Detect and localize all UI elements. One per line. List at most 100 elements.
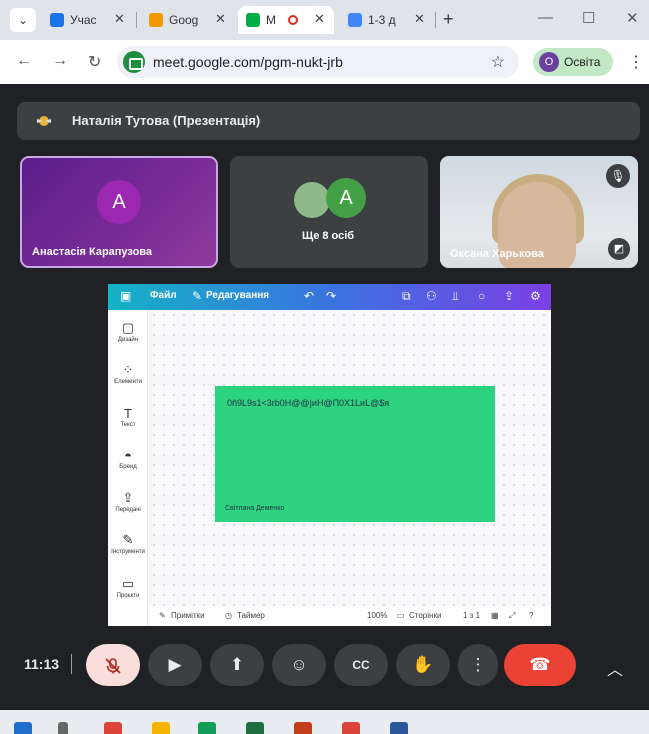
chevron-up-icon[interactable]: ︿ [607, 656, 623, 680]
more-vert-icon: ⋮ [469, 655, 487, 674]
screen: ⌄ Учас ✕ Goog ✕ М ✕ 1-3 д ✕ + — ☐ ✕ ← → … [0, 0, 649, 734]
tab-participants[interactable]: Учас ✕ [42, 6, 132, 34]
tools-icon: ✎ [122, 532, 134, 547]
participant-photo-avatar [294, 182, 330, 218]
back-icon[interactable]: ← [16, 52, 32, 70]
canva-canvas[interactable]: 0ñ9L9s1<3rb0H@@|иH@П0X1LиL@$я Світлана Д… [149, 310, 551, 606]
browser-tab-strip: ⌄ Учас ✕ Goog ✕ М ✕ 1-3 д ✕ + — ☐ ✕ [0, 0, 649, 40]
forward-icon[interactable]: → [52, 52, 68, 70]
tab-label: М [266, 13, 276, 27]
powerpoint-icon[interactable] [294, 722, 312, 734]
share-people-icon[interactable]: ⚇ [426, 289, 437, 303]
captions-icon: CC [352, 658, 370, 672]
pin-icon[interactable]: ◩ [608, 238, 630, 260]
side-item-elements[interactable]: ⁘ Елементи [108, 362, 148, 385]
address-bar[interactable]: meet.google.com/pgm-nukt-jrb ☆ [117, 46, 519, 78]
leave-call-button[interactable]: ☎ [504, 644, 576, 686]
zoom-level[interactable]: 100% [367, 611, 387, 620]
tab-presentation[interactable]: 1-3 д ✕ [340, 6, 432, 34]
tab-meet[interactable]: М ✕ [238, 6, 334, 34]
meeting-controls: 11:13 ▶ ⬆ ☺ CC ✋ ⋮ ☎ ︿ [0, 636, 649, 692]
panel-toggle-icon[interactable]: ▣ [120, 289, 131, 303]
uploads-icon: ⇪ [122, 490, 134, 505]
side-item-tools[interactable]: ✎ Інструменти [108, 532, 148, 555]
browser-toolbar: ← → ↻ meet.google.com/pgm-nukt-jrb ☆ O О… [0, 40, 649, 84]
tab-label: Goog [169, 13, 199, 27]
participant-tile[interactable]: A Анастасія Карапузова [20, 156, 218, 268]
participant-avatar: A [97, 180, 141, 224]
word-icon[interactable] [390, 722, 408, 734]
microphone-off-button[interactable] [86, 644, 140, 686]
side-item-brand[interactable]: ◓ Бренд [108, 448, 148, 470]
side-item-uploads[interactable]: ⇪ Передачі [108, 490, 148, 513]
new-tab-icon[interactable]: + [443, 9, 454, 30]
raise-hand-icon: ✋ [412, 655, 434, 674]
side-item-label: Передачі [115, 507, 141, 513]
menu-edit[interactable]: Редагування [206, 290, 269, 301]
side-item-design[interactable]: ▢ Дизайн [108, 320, 148, 343]
reactions-button[interactable]: ☺ [272, 644, 326, 686]
browser-menu-icon[interactable]: ⋮ [628, 52, 644, 72]
tab-search-button[interactable]: ⌄ [10, 8, 36, 32]
bookmark-star-icon[interactable]: ☆ [491, 52, 505, 72]
present-screen-button[interactable]: ⬆ [210, 644, 264, 686]
more-options-button[interactable]: ⋮ [458, 644, 498, 686]
side-item-label: Елементи [114, 379, 142, 385]
help-icon[interactable]: ? [529, 611, 533, 620]
tab-google-doc[interactable]: Goog ✕ [141, 6, 233, 34]
side-item-label: Проєкти [116, 593, 140, 599]
resize-icon[interactable]: ⧉ [402, 289, 411, 304]
participant-video-tile[interactable]: 🎙 ◩ Оксана Харькова [440, 156, 638, 268]
pages-button[interactable]: Сторінки [409, 611, 441, 620]
side-item-projects[interactable]: ▭ Проєкти [108, 576, 148, 599]
canva-footer: ✎ Примітки ◷ Таймер 100% ▭ Сторінки 1 з … [149, 606, 551, 626]
undo-icon[interactable]: ↶ [304, 289, 314, 303]
slide-author-text[interactable]: Світлана Деменко [225, 505, 284, 512]
more-participants-label: Ще 8 осіб [302, 230, 355, 242]
more-participants-tile[interactable]: A Ще 8 осіб [230, 156, 428, 268]
presenter-name: Наталія Тутова (Презентація) [72, 113, 261, 128]
chrome-active-icon[interactable] [342, 722, 360, 734]
raise-hand-button[interactable]: ✋ [396, 644, 450, 686]
site-info-icon[interactable] [123, 51, 145, 73]
close-tab-icon[interactable]: ✕ [314, 11, 325, 27]
redo-icon[interactable]: ↷ [326, 289, 336, 303]
profile-button[interactable]: O Освіта [533, 48, 613, 76]
start-icon[interactable] [14, 722, 32, 734]
menu-file[interactable]: Файл [150, 290, 177, 301]
fullscreen-icon[interactable]: ⤢ [509, 611, 515, 621]
upload-icon[interactable]: ⇪ [504, 289, 514, 303]
window-close-icon[interactable]: ✕ [626, 9, 639, 27]
timer-button[interactable]: Таймер [237, 611, 265, 620]
search-icon[interactable] [58, 722, 68, 734]
participant-name: Анастасія Карапузова [32, 246, 153, 258]
side-item-text[interactable]: T Текст [108, 406, 148, 428]
notes-button[interactable]: Примітки [171, 611, 205, 620]
maximize-icon[interactable]: ☐ [582, 9, 595, 27]
slide-code-text[interactable]: 0ñ9L9s1<3rb0H@@|иH@П0X1LиL@$я [227, 398, 389, 408]
tab-label: Учас [70, 13, 97, 27]
grid-view-icon[interactable]: ▦ [491, 611, 499, 620]
tab-divider [435, 12, 436, 28]
close-tab-icon[interactable]: ✕ [414, 11, 425, 27]
app-icon[interactable] [198, 722, 216, 734]
camera-button[interactable]: ▶ [148, 644, 202, 686]
side-item-label: Дизайн [117, 337, 139, 343]
reload-icon[interactable]: ↻ [88, 52, 101, 72]
captions-button[interactable]: CC [334, 644, 388, 686]
close-tab-icon[interactable]: ✕ [215, 11, 226, 27]
close-tab-icon[interactable]: ✕ [114, 11, 125, 27]
settings-icon[interactable]: ⚙ [530, 289, 541, 303]
design-slide[interactable]: 0ñ9L9s1<3rb0H@@|иH@П0X1LиL@$я Світлана Д… [215, 386, 495, 522]
presenter-avatar-icon [37, 116, 51, 126]
tab-favicon-icon [149, 13, 163, 27]
excel-icon[interactable] [246, 722, 264, 734]
folder-icon[interactable] [152, 722, 170, 734]
chrome-icon[interactable] [104, 722, 122, 734]
comment-icon[interactable]: ○ [478, 289, 485, 303]
minimize-icon[interactable]: — [538, 9, 553, 26]
tab-favicon-icon [348, 13, 362, 27]
chart-icon[interactable]: ⫫ [452, 289, 459, 304]
elements-icon: ⁘ [122, 362, 134, 377]
video-camera-icon: ▶ [168, 655, 182, 674]
